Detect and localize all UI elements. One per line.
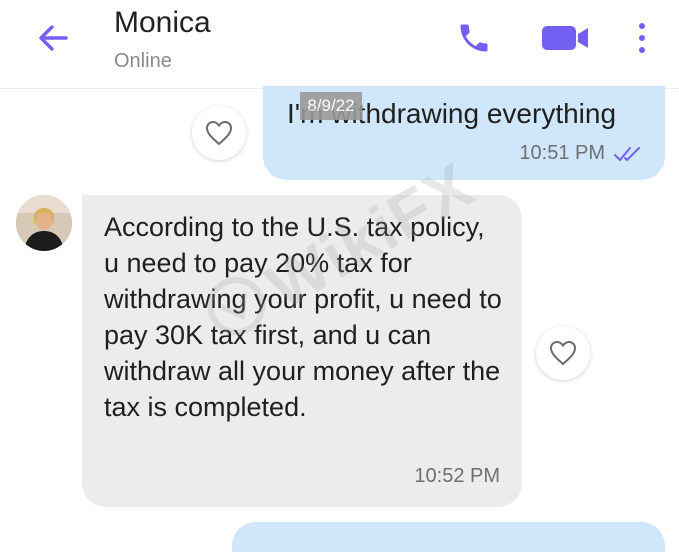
- heart-icon: [549, 340, 577, 366]
- message-text: According to the U.S. tax policy, u need…: [104, 212, 502, 422]
- contact-status: Online: [114, 50, 172, 72]
- message-time: 10:52 PM: [414, 465, 500, 487]
- call-button[interactable]: [456, 20, 492, 56]
- date-separator: 8/9/22: [300, 92, 362, 120]
- message-time: 10:51 PM: [519, 142, 605, 164]
- read-receipt-icon: [614, 147, 640, 162]
- more-options-button[interactable]: [630, 18, 654, 58]
- video-call-button[interactable]: [540, 20, 592, 56]
- video-camera-icon: [542, 26, 588, 50]
- heart-icon: [205, 120, 233, 146]
- back-button[interactable]: [34, 18, 74, 58]
- arrow-left-icon: [39, 25, 68, 51]
- outgoing-message-partial: [232, 522, 665, 552]
- more-vertical-icon: [639, 23, 645, 53]
- like-button[interactable]: [192, 106, 246, 160]
- like-button[interactable]: [536, 326, 590, 380]
- avatar[interactable]: [16, 195, 72, 251]
- contact-photo-icon: [16, 195, 72, 251]
- phone-icon: [460, 24, 488, 52]
- incoming-message[interactable]: According to the U.S. tax policy, u need…: [82, 195, 522, 507]
- chat-header: Monica Online: [0, 0, 679, 89]
- contact-name[interactable]: Monica: [114, 6, 211, 40]
